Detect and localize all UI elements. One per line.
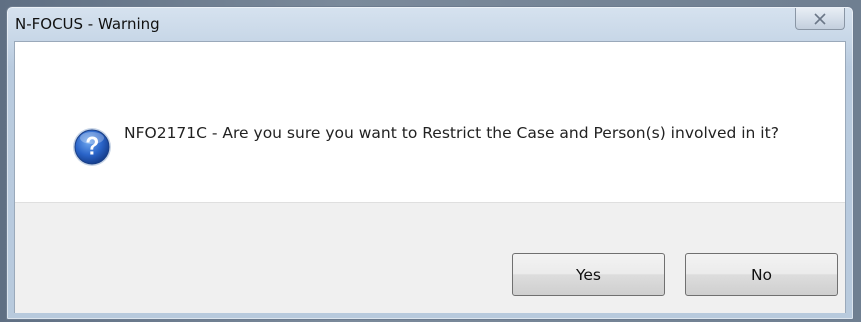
no-button[interactable]: No — [685, 253, 838, 296]
title-bar[interactable]: N-FOCUS - Warning — [7, 7, 853, 43]
close-button[interactable] — [795, 8, 845, 30]
yes-button[interactable]: Yes — [512, 253, 665, 296]
warning-dialog-window: N-FOCUS - Warning NFO2171C - Are you sur… — [6, 6, 854, 320]
question-icon — [72, 127, 112, 167]
close-icon — [814, 12, 826, 25]
window-title: N-FOCUS - Warning — [15, 15, 160, 33]
dialog-content: NFO2171C - Are you sure you want to Rest… — [14, 41, 846, 313]
message-area: NFO2171C - Are you sure you want to Rest… — [15, 42, 845, 202]
button-bar: Yes No — [15, 202, 845, 313]
warning-message: NFO2171C - Are you sure you want to Rest… — [124, 124, 779, 142]
